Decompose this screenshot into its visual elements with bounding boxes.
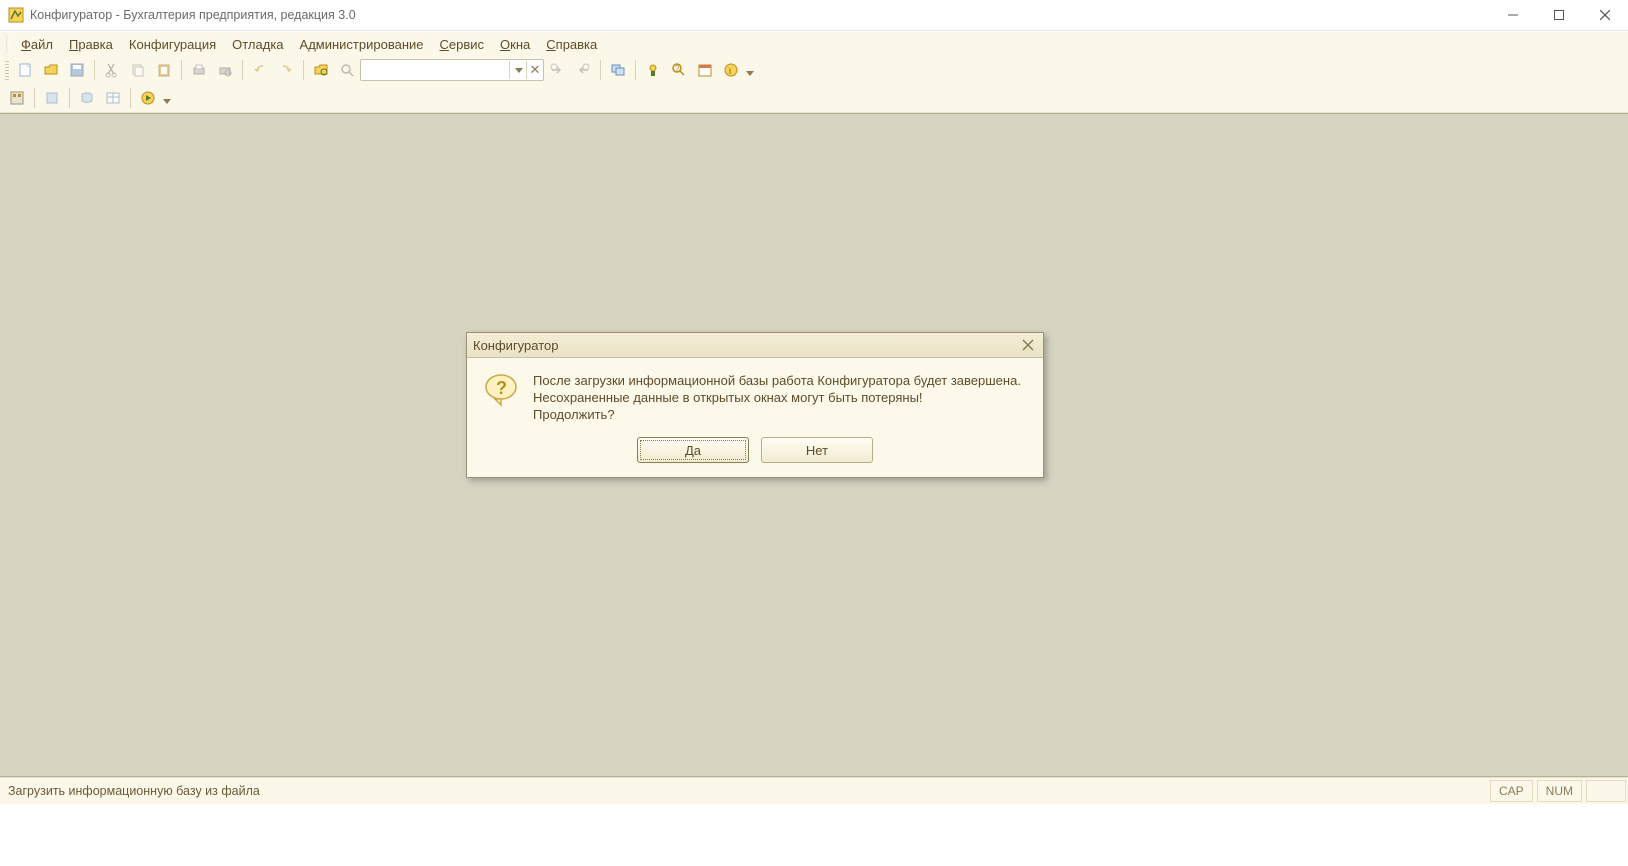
help-dropdown-icon[interactable] (746, 71, 754, 76)
close-button[interactable] (1582, 0, 1628, 30)
windows-button[interactable] (606, 58, 630, 82)
open-config-button[interactable] (5, 86, 29, 110)
dialog-titlebar[interactable]: Конфигуратор (467, 333, 1043, 358)
new-button[interactable] (13, 58, 37, 82)
statusbar: Загрузить информационную базу из файла C… (0, 777, 1628, 804)
status-cap: CAP (1490, 780, 1533, 802)
toolbar-debug (0, 84, 1628, 113)
cut-button[interactable] (100, 58, 124, 82)
find-prev-button[interactable] (571, 58, 595, 82)
dialog-line2: Несохраненные данные в открытых окнах мо… (533, 389, 1021, 406)
find-in-tree-button[interactable] (309, 58, 333, 82)
menu-grip (6, 35, 9, 53)
menu-admin[interactable]: Администрирование (292, 35, 432, 54)
status-extra (1586, 780, 1626, 802)
dialog-message: После загрузки информационной базы работ… (533, 372, 1021, 423)
svg-text:?: ? (675, 64, 680, 73)
menu-windows[interactable]: Окна (492, 35, 538, 54)
menu-help[interactable]: Справка (538, 35, 605, 54)
search-combo[interactable]: ✕ (360, 59, 544, 81)
print-button[interactable] (187, 58, 211, 82)
run-button[interactable] (136, 86, 160, 110)
redo-button[interactable] (274, 58, 298, 82)
svg-text:i: i (729, 66, 731, 76)
dialog-title: Конфигуратор (473, 338, 558, 353)
no-button[interactable]: Нет (761, 437, 873, 463)
status-message: Загрузить информационную базу из файла (0, 784, 268, 798)
dialog-line3: Продолжить? (533, 406, 1021, 423)
minimize-button[interactable] (1490, 0, 1536, 30)
maximize-button[interactable] (1536, 0, 1582, 30)
question-icon: ? (483, 372, 519, 408)
yes-button[interactable]: Да (637, 437, 749, 463)
dialog-line1: После загрузки информационной базы работ… (533, 372, 1021, 389)
db-button[interactable] (40, 86, 64, 110)
svg-text:?: ? (496, 378, 507, 398)
paste-button[interactable] (152, 58, 176, 82)
menubar: Файл Правка Конфигурация Отладка Админис… (0, 31, 1628, 56)
find-next-button[interactable] (545, 58, 569, 82)
menu-debug[interactable]: Отладка (224, 35, 291, 54)
menu-service[interactable]: Сервис (432, 35, 493, 54)
open-button[interactable] (39, 58, 63, 82)
toolbar-grip (5, 60, 9, 80)
titlebar: Конфигуратор - Бухгалтерия предприятия, … (0, 0, 1628, 31)
workspace: Конфигуратор ? После загрузки информацио… (0, 113, 1628, 777)
print-preview-button[interactable] (213, 58, 237, 82)
check-syntax-button[interactable]: ? (667, 58, 691, 82)
storage-button[interactable] (75, 86, 99, 110)
run-dropdown-icon[interactable] (163, 99, 171, 104)
help-button[interactable]: i (719, 58, 743, 82)
syntax-helper-button[interactable] (641, 58, 665, 82)
window-title: Конфигуратор - Бухгалтерия предприятия, … (30, 8, 356, 22)
search-clear[interactable]: ✕ (526, 61, 543, 79)
zoom-button[interactable] (335, 58, 359, 82)
dialog-close-button[interactable] (1019, 336, 1037, 354)
copy-button[interactable] (126, 58, 150, 82)
search-input[interactable] (361, 61, 509, 79)
save-button[interactable] (65, 58, 89, 82)
confirm-dialog: Конфигуратор ? После загрузки информацио… (466, 332, 1044, 478)
menu-file[interactable]: Файл (13, 35, 61, 54)
undo-button[interactable] (248, 58, 272, 82)
search-dropdown[interactable] (509, 61, 526, 79)
menu-edit[interactable]: Правка (61, 35, 121, 54)
calendar-button[interactable] (693, 58, 717, 82)
table-button[interactable] (101, 86, 125, 110)
status-num: NUM (1537, 780, 1582, 802)
toolbar-main: ✕ ? i (0, 56, 1628, 84)
menu-config[interactable]: Конфигурация (121, 35, 224, 54)
app-icon (8, 7, 24, 23)
